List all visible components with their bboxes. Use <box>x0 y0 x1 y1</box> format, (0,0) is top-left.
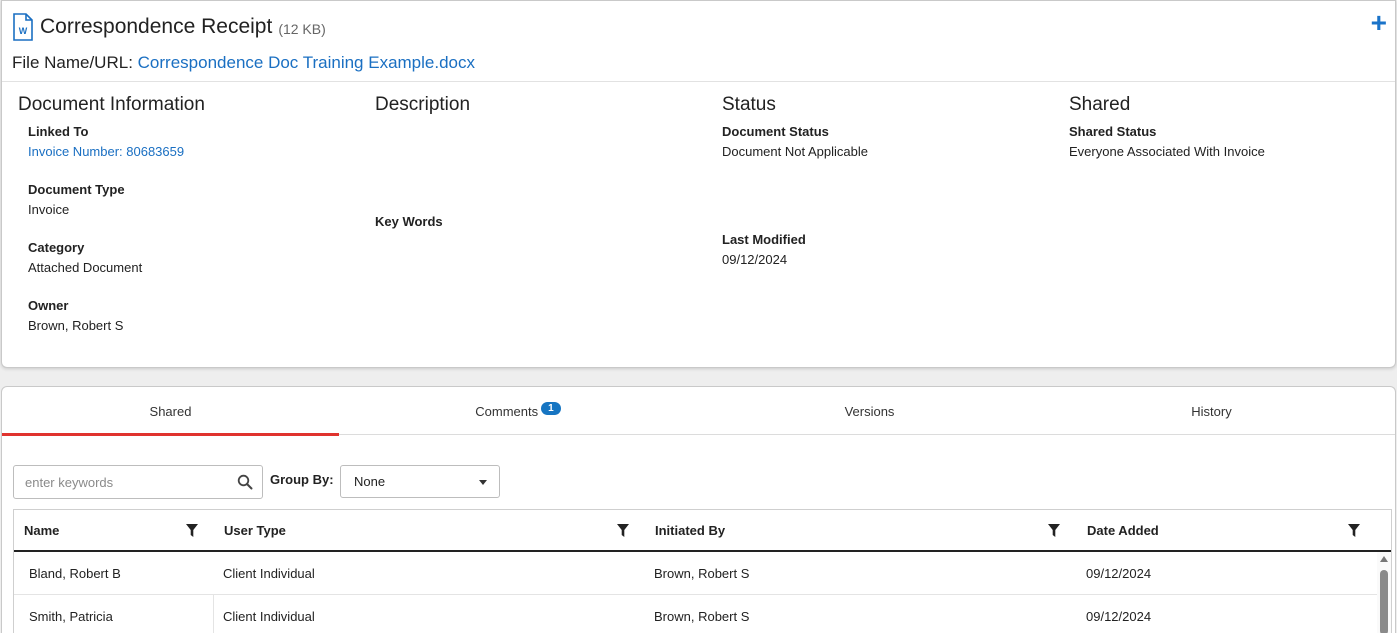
linked-to-label: Linked To <box>28 124 89 139</box>
cell-name: Bland, Robert B <box>29 565 121 581</box>
file-name-line: File Name/URL: Correspondence Doc Traini… <box>12 53 475 73</box>
shared-section: Shared <box>1069 94 1130 122</box>
document-type-field: Document Type Invoice <box>28 182 125 217</box>
shared-heading: Shared <box>1069 94 1131 115</box>
tab-history-label: History <box>1191 403 1232 419</box>
svg-text:W: W <box>19 26 28 36</box>
tabs-card: Shared Comments 1 Versions History Group… <box>1 386 1396 633</box>
category-label: Category <box>28 240 85 255</box>
linked-to-field: Linked To Invoice Number: 80683659 <box>28 124 184 159</box>
filter-icon[interactable] <box>1048 524 1060 537</box>
cell-date-added: 09/12/2024 <box>1086 565 1152 581</box>
cell-name: Smith, Patricia <box>29 608 113 624</box>
cell-user-type: Client Individual <box>223 565 315 581</box>
column-header-initiated-by[interactable]: Initiated By <box>655 510 725 550</box>
vertical-scrollbar[interactable] <box>1377 552 1391 633</box>
cell-user-type: Client Individual <box>223 608 315 624</box>
cell-date-added: 09/12/2024 <box>1086 608 1152 624</box>
document-status-label: Document Status <box>722 124 829 139</box>
divider <box>2 81 1395 82</box>
tab-comments-label: Comments <box>475 403 539 419</box>
comments-count-badge: 1 <box>541 401 561 415</box>
column-header-date-added[interactable]: Date Added <box>1087 510 1159 550</box>
filter-icon[interactable] <box>186 524 198 537</box>
document-type-label: Document Type <box>28 182 125 197</box>
filter-icon[interactable] <box>617 524 629 537</box>
chevron-down-icon <box>479 480 487 485</box>
document-information-heading: Document Information <box>18 94 205 115</box>
shared-status-label: Shared Status <box>1069 124 1157 139</box>
group-by-select[interactable]: None <box>340 465 500 498</box>
category-value: Attached Document <box>28 260 143 275</box>
tab-versions[interactable]: Versions <box>697 387 1042 435</box>
tab-shared-label: Shared <box>149 403 192 419</box>
file-name-link[interactable]: Correspondence Doc Training Example.docx <box>138 53 475 72</box>
filter-icon[interactable] <box>1348 524 1360 537</box>
tab-history[interactable]: History <box>1042 387 1381 435</box>
shared-status-field: Shared Status Everyone Associated With I… <box>1069 124 1265 159</box>
cell-initiated-by: Brown, Robert S <box>654 608 750 624</box>
file-name-label: File Name/URL: <box>12 53 133 72</box>
table-row[interactable]: Bland, Robert B Client Individual Brown,… <box>14 552 1379 595</box>
table-row[interactable]: Smith, Patricia Client Individual Brown,… <box>14 595 1379 633</box>
document-details-card: W Correspondence Receipt (12 KB) + File … <box>1 0 1396 368</box>
search-input[interactable] <box>14 466 224 498</box>
key-words-label: Key Words <box>375 214 443 229</box>
shared-users-table: Name User Type Initiated By Date Added B… <box>13 509 1392 633</box>
category-field: Category Attached Document <box>28 240 142 275</box>
key-words-field: Key Words <box>375 214 443 229</box>
document-status-field: Document Status Document Not Applicable <box>722 124 868 159</box>
description-section: Description <box>375 94 470 122</box>
tab-versions-label: Versions <box>844 403 895 419</box>
document-type-value: Invoice <box>28 202 70 217</box>
owner-value: Brown, Robert S <box>28 318 124 333</box>
group-by-value: None <box>354 474 386 489</box>
owner-label: Owner <box>28 298 69 313</box>
linked-to-link[interactable]: Invoice Number: 80683659 <box>28 144 184 159</box>
tab-shared[interactable]: Shared <box>2 387 339 436</box>
last-modified-field: Last Modified 09/12/2024 <box>722 232 806 267</box>
last-modified-value: 09/12/2024 <box>722 252 788 267</box>
scroll-up-arrow-icon[interactable] <box>1380 556 1388 562</box>
document-header: W Correspondence Receipt (12 KB) <box>12 13 326 41</box>
last-modified-label: Last Modified <box>722 232 806 247</box>
file-size: (12 KB) <box>278 21 326 37</box>
column-header-user-type[interactable]: User Type <box>224 510 286 550</box>
shared-status-value: Everyone Associated With Invoice <box>1069 144 1265 159</box>
add-button[interactable]: + <box>1371 9 1387 37</box>
search-icon[interactable] <box>237 474 253 490</box>
search-box <box>13 465 263 499</box>
status-heading: Status <box>722 94 776 115</box>
description-heading: Description <box>375 94 471 115</box>
owner-field: Owner Brown, Robert S <box>28 298 123 333</box>
table-header: Name User Type Initiated By Date Added <box>14 510 1391 552</box>
scrollbar-thumb[interactable] <box>1380 570 1388 633</box>
document-information-section: Document Information <box>18 94 205 122</box>
tab-bar: Shared Comments 1 Versions History <box>2 387 1395 436</box>
group-by-label: Group By: <box>270 472 334 487</box>
column-header-name[interactable]: Name <box>24 510 59 550</box>
cell-initiated-by: Brown, Robert S <box>654 565 750 581</box>
document-status-value: Document Not Applicable <box>722 144 868 159</box>
document-title: Correspondence Receipt <box>40 15 273 38</box>
tab-comments[interactable]: Comments 1 <box>339 387 697 435</box>
word-doc-icon: W <box>13 13 33 41</box>
status-section: Status <box>722 94 776 122</box>
